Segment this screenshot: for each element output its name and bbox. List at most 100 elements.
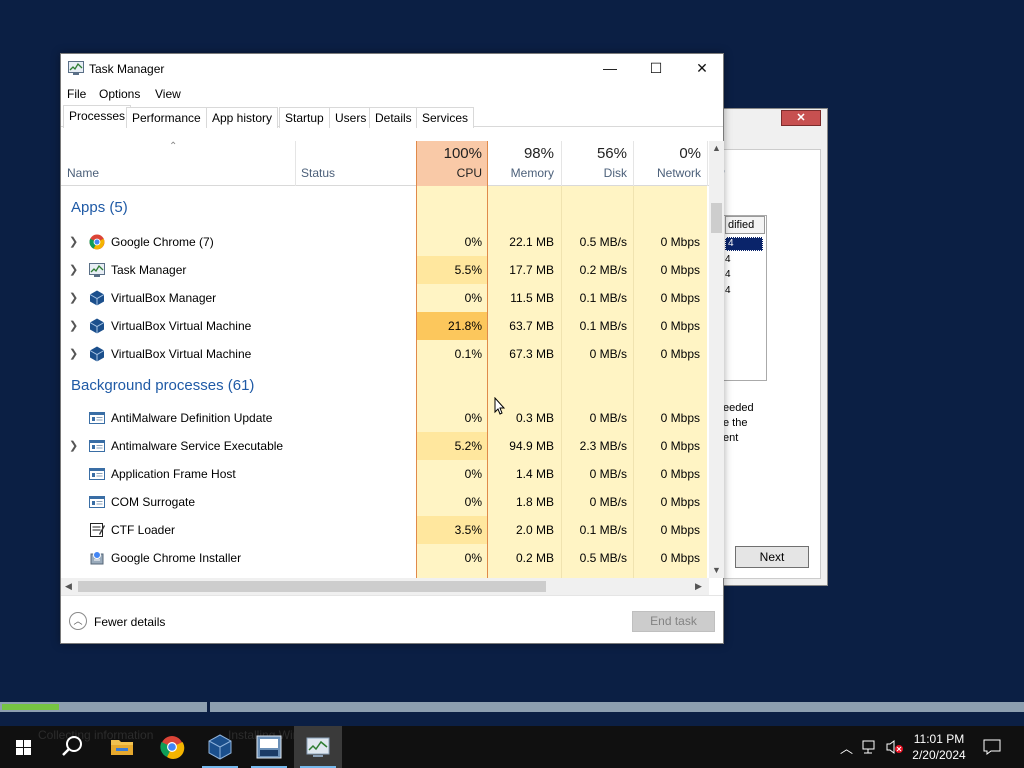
column-name[interactable]: Name [67, 166, 99, 180]
minimize-button[interactable]: — [587, 54, 633, 83]
process-network: 0 Mbps [660, 263, 700, 277]
footer-bar: ︿ Fewer details End task [61, 595, 723, 643]
process-cpu: 0% [464, 495, 482, 509]
setup-close-button[interactable]: ✕ [781, 110, 821, 126]
process-row[interactable]: ❯ Task Manager 5.5% 17.7 MB 0.2 MB/s 0 Mbps [61, 256, 709, 284]
menu-bar: File Options View [61, 83, 723, 105]
cpu-percent[interactable]: 100% [418, 145, 482, 162]
tab-users[interactable]: Users [329, 107, 373, 128]
expand-chevron-icon[interactable]: ❯ [69, 235, 78, 248]
tab-startup[interactable]: Startup [279, 107, 330, 128]
vertical-scroll-thumb[interactable] [711, 203, 722, 233]
progress-segment-installing [210, 702, 1024, 712]
memory-percent[interactable]: 98% [490, 145, 554, 162]
maximize-button[interactable]: ☐ [633, 54, 679, 83]
tab-app-history[interactable]: App history [206, 107, 279, 128]
disk-percent[interactable]: 56% [563, 145, 627, 162]
process-row[interactable]: ❯ Antimalware Service Executable 5.2% 94.9 … [61, 432, 709, 460]
network-icon[interactable] [862, 739, 880, 755]
scroll-down-icon[interactable]: ▼ [712, 565, 721, 575]
close-button[interactable]: ✕ [679, 54, 725, 83]
process-disk: 0.1 MB/s [579, 319, 627, 333]
process-row[interactable]: ❯ Google Chrome (7) 0% 22.1 MB 0.5 MB/s 0 Mbp… [61, 228, 709, 256]
service-icon [89, 494, 105, 510]
process-row[interactable]: ❯ VirtualBox Manager 0% 11.5 MB 0.1 MB/s 0 Mb… [61, 284, 709, 312]
tab-details[interactable]: Details [369, 107, 418, 128]
column-memory[interactable]: Memory [490, 166, 554, 180]
process-network: 0 Mbps [660, 347, 700, 361]
scroll-left-icon[interactable]: ◀ [65, 581, 72, 592]
process-network: 0 Mbps [660, 467, 700, 481]
process-row[interactable]: AntiMalware Definition Update 0% 0.3 MB 0 M… [61, 404, 709, 432]
process-row[interactable]: ❯ VirtualBox Virtual Machine 21.8% 63.7 MB 0… [61, 312, 709, 340]
column-disk[interactable]: Disk [563, 166, 627, 180]
process-memory: 67.3 MB [509, 347, 554, 361]
expand-chevron-icon[interactable]: ❯ [69, 347, 78, 360]
process-cpu: 0% [464, 235, 482, 249]
tab-performance[interactable]: Performance [126, 107, 207, 128]
chevron-up-icon[interactable]: ︿ [69, 612, 87, 630]
process-network: 0 Mbps [660, 235, 700, 249]
process-row[interactable]: CTF Loader 3.5% 2.0 MB 0.1 MB/s 0 Mbps [61, 516, 709, 544]
horizontal-scrollbar[interactable]: ◀ ▶ [61, 578, 709, 595]
group-header-apps[interactable]: Apps (5) [71, 199, 128, 216]
setup-list-item[interactable]: 4 [725, 285, 731, 296]
expand-chevron-icon[interactable]: ❯ [69, 263, 78, 276]
column-cpu[interactable]: CPU [418, 166, 482, 180]
scroll-right-icon[interactable]: ▶ [695, 581, 702, 592]
file-explorer-button[interactable] [98, 726, 146, 768]
menu-file[interactable]: File [67, 87, 86, 101]
setup-list-item[interactable]: 4 [725, 269, 731, 280]
scroll-up-icon[interactable]: ▲ [712, 143, 721, 153]
process-memory: 1.4 MB [515, 467, 554, 481]
notifications-icon[interactable] [983, 738, 1001, 756]
chrome-button[interactable] [148, 726, 196, 768]
group-header-background[interactable]: Background processes (61) [71, 377, 254, 394]
process-name: Google Chrome Installer [111, 551, 242, 565]
next-button[interactable]: Next [735, 546, 809, 568]
fewer-details-link[interactable]: Fewer details [94, 615, 165, 629]
process-row[interactable]: COM Surrogate 0% 1.8 MB 0 MB/s 0 Mbps [61, 488, 709, 516]
process-cpu: 0.1% [454, 347, 482, 361]
setup-list-selected[interactable]: 4 [725, 237, 763, 251]
start-button[interactable] [0, 726, 48, 768]
process-memory: 0.2 MB [515, 551, 554, 565]
tab-processes[interactable]: Processes [63, 105, 132, 128]
vertical-scrollbar[interactable]: ▲ ▼ [709, 141, 724, 578]
network-percent[interactable]: 0% [637, 145, 701, 162]
column-status[interactable]: Status [301, 166, 335, 180]
process-disk: 2.3 MB/s [579, 439, 627, 453]
window-title: Task Manager [89, 62, 165, 76]
process-row[interactable]: Application Frame Host 0% 1.4 MB 0 MB/s 0 Mb… [61, 460, 709, 488]
setup-list-header[interactable]: dified [725, 216, 765, 234]
horizontal-scroll-thumb[interactable] [78, 581, 546, 592]
task-manager-taskbar-button[interactable] [294, 726, 342, 768]
end-task-button[interactable]: End task [632, 611, 715, 632]
column-network[interactable]: Network [637, 166, 701, 180]
column-divider [561, 141, 562, 186]
setup-list-item[interactable]: 4 [725, 254, 731, 265]
expand-chevron-icon[interactable]: ❯ [69, 439, 78, 452]
title-bar[interactable]: Task Manager — ☐ ✕ [61, 54, 723, 83]
virtualbox-button[interactable] [196, 726, 244, 768]
volume-muted-icon[interactable] [886, 739, 904, 755]
ctf-loader-icon [89, 522, 105, 538]
process-row[interactable]: ❯ VirtualBox Virtual Machine 0.1% 67.3 MB 0 … [61, 340, 709, 368]
expand-chevron-icon[interactable]: ❯ [69, 319, 78, 332]
search-button[interactable] [48, 726, 96, 768]
sort-chevron-up-icon[interactable]: ⌃ [169, 141, 177, 152]
menu-view[interactable]: View [155, 87, 181, 101]
tab-services[interactable]: Services [416, 107, 475, 128]
process-memory: 2.0 MB [515, 523, 554, 537]
show-hidden-icons-icon[interactable]: ︿ [840, 738, 853, 757]
menu-options[interactable]: Options [99, 87, 140, 101]
process-network: 0 Mbps [660, 411, 700, 425]
process-network: 0 Mbps [660, 523, 700, 537]
process-network: 0 Mbps [660, 495, 700, 509]
process-row[interactable]: Google Chrome Installer 0% 0.2 MB 0.5 MB/s 0… [61, 544, 709, 572]
server-2012-button[interactable] [245, 726, 293, 768]
chrome-icon [160, 736, 185, 759]
expand-chevron-icon[interactable]: ❯ [69, 291, 78, 304]
clock[interactable]: 11:01 PM 2/20/2024 [905, 731, 973, 763]
process-cpu: 0% [464, 291, 482, 305]
